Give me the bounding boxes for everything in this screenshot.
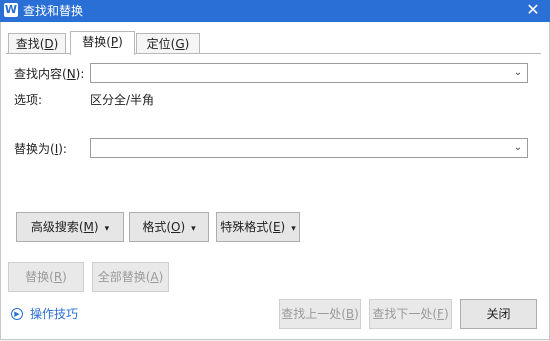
close-icon[interactable]: ✕ bbox=[524, 1, 542, 19]
special-format-key: E bbox=[272, 220, 281, 234]
tips-link[interactable]: 操作技巧 bbox=[30, 306, 78, 322]
tab-goto-suffix: ) bbox=[184, 37, 190, 51]
chevron-down-icon: ▾ bbox=[291, 224, 296, 234]
special-format-label: 特殊格式( bbox=[220, 220, 273, 234]
format-button[interactable]: 格式(O) ▾ bbox=[129, 212, 209, 242]
tab-goto-key: G bbox=[175, 37, 185, 51]
special-format-suffix: ) bbox=[280, 220, 286, 234]
find-previous-key: B bbox=[345, 307, 355, 321]
tab-replace-label: 替换( bbox=[82, 35, 111, 49]
replace-label: 替换为(I): bbox=[14, 141, 67, 157]
advanced-search-button[interactable]: 高级搜索(M) ▾ bbox=[16, 212, 124, 242]
find-label-suffix: ): bbox=[75, 67, 85, 81]
find-next-label: 查找下一处( bbox=[372, 307, 438, 321]
replace-all-label: 全部替换( bbox=[97, 270, 151, 284]
tab-find-suffix: ) bbox=[53, 37, 59, 51]
replace-label-suffix: ): bbox=[58, 142, 67, 156]
options-value: 区分全/半角 bbox=[90, 93, 155, 107]
replace-button-key: R bbox=[53, 270, 63, 284]
replace-label-text: 替换为( bbox=[14, 142, 55, 156]
options-label: 选项: bbox=[14, 93, 43, 107]
chevron-down-icon: ▾ bbox=[104, 224, 110, 234]
tab-find-label: 查找( bbox=[15, 37, 45, 51]
tab-find[interactable]: 查找(D) bbox=[8, 33, 66, 54]
window-title: 查找和替换 bbox=[23, 4, 84, 18]
find-next-suffix: ) bbox=[443, 307, 449, 321]
tab-goto-label: 定位( bbox=[146, 37, 176, 51]
advanced-search-label: 高级搜索( bbox=[30, 220, 84, 234]
play-circle-icon[interactable]: ▶ bbox=[11, 308, 23, 320]
special-format-button[interactable]: 特殊格式(E) ▾ bbox=[216, 212, 300, 242]
tab-find-key: D bbox=[44, 37, 54, 51]
find-label: 查找内容(N): bbox=[14, 66, 84, 82]
chevron-down-icon[interactable]: ⌄ bbox=[513, 67, 523, 79]
replace-button[interactable]: 替换(R) bbox=[8, 262, 84, 292]
replace-input[interactable]: ⌄ bbox=[90, 138, 528, 158]
tab-replace-suffix: ) bbox=[118, 35, 123, 49]
find-next-key: F bbox=[437, 307, 444, 321]
replace-all-suffix: ) bbox=[158, 270, 164, 284]
find-previous-button[interactable]: 查找上一处(B) bbox=[279, 299, 361, 329]
tab-replace[interactable]: 替换(P) bbox=[70, 31, 135, 55]
format-suffix: ) bbox=[180, 220, 186, 234]
wps-writer-icon: W bbox=[4, 3, 18, 17]
format-label: 格式( bbox=[142, 220, 171, 234]
title-bar: W 查找和替换 ✕ bbox=[0, 0, 550, 22]
find-label-text: 查找内容( bbox=[14, 67, 67, 81]
chevron-down-icon[interactable]: ⌄ bbox=[513, 142, 523, 154]
find-label-key: N bbox=[66, 67, 76, 81]
replace-all-key: A bbox=[150, 270, 159, 284]
replace-button-label: 替换( bbox=[25, 270, 54, 284]
find-next-button[interactable]: 查找下一处(F) bbox=[369, 299, 452, 329]
find-previous-label: 查找上一处( bbox=[281, 307, 346, 321]
close-button[interactable]: 关闭 bbox=[460, 299, 537, 329]
find-input[interactable]: ⌄ bbox=[90, 63, 528, 83]
advanced-search-key: M bbox=[83, 220, 94, 234]
advanced-search-suffix: ) bbox=[93, 220, 99, 234]
chevron-down-icon: ▾ bbox=[191, 224, 196, 234]
find-previous-suffix: ) bbox=[354, 307, 359, 321]
replace-all-button[interactable]: 全部替换(A) bbox=[92, 262, 169, 292]
replace-button-suffix: ) bbox=[62, 270, 67, 284]
tab-goto[interactable]: 定位(G) bbox=[136, 33, 200, 54]
